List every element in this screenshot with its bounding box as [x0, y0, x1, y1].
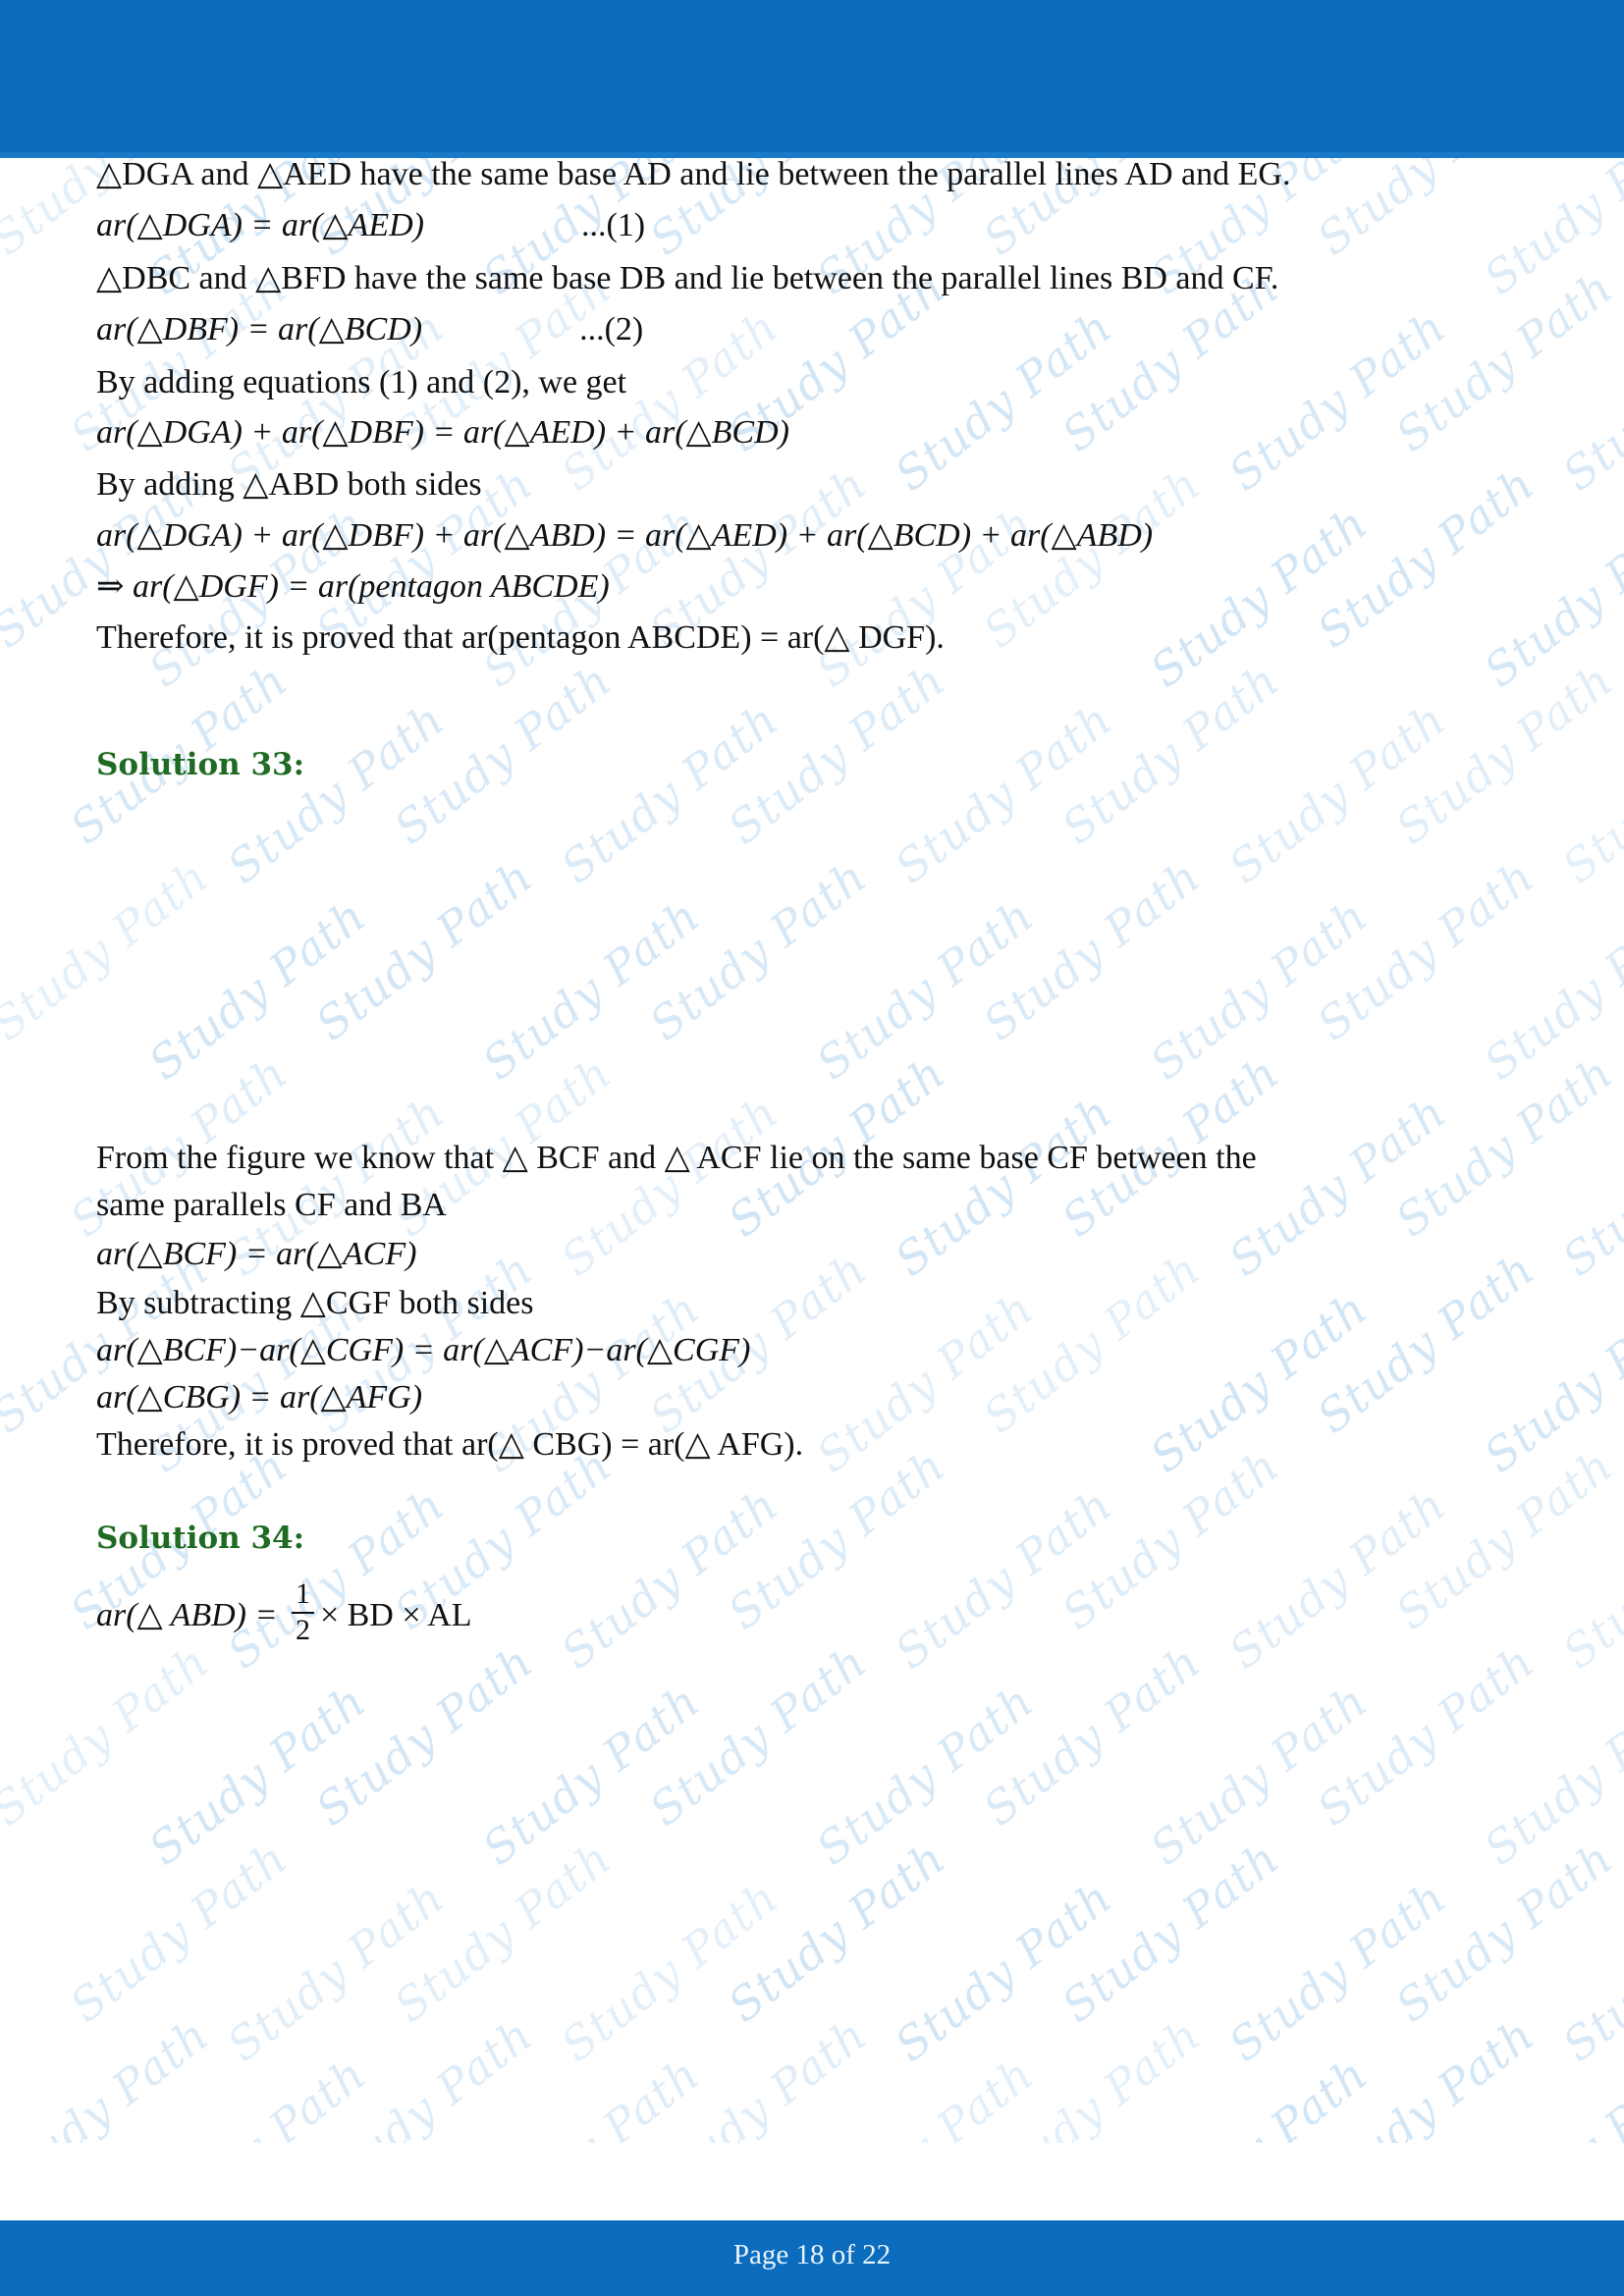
sol33-text-line-4: Therefore, it is proved that ar(△ CBG) =… — [96, 1426, 804, 1463]
watermark-text: Study Path — [0, 1634, 219, 1837]
fraction-numerator: 1 — [295, 1577, 310, 1610]
solution-33-heading: Solution 33: — [96, 747, 305, 782]
watermark-text: Study Path — [806, 2047, 1043, 2143]
watermark-text: Study Path — [1307, 1242, 1544, 1444]
watermark-text: Study Path — [1385, 1831, 1623, 2033]
watermark-text: Study Path — [1307, 2007, 1544, 2143]
equation-2-tag: ...(2) — [579, 311, 644, 347]
watermark-text: Study Path — [1218, 299, 1456, 502]
watermark-text: Study Path — [1385, 1438, 1623, 1640]
watermark-text: Study Path — [138, 2047, 375, 2143]
watermark-text: Study Path — [1218, 1477, 1456, 1680]
watermark-text: Study Path — [1307, 158, 1544, 266]
watermark-text: Study Path — [551, 1870, 788, 2072]
equation-line-1: ar(△DGA) = ar(△AED) ...(1) — [96, 209, 645, 242]
watermark-text: Study Path — [1140, 1674, 1378, 1876]
watermark-text: Study Path — [1474, 2047, 1624, 2143]
watermark-text: Study Path — [973, 456, 1211, 659]
equation-2-expr: ar(△DBF) = ar(△BCD) — [96, 311, 423, 347]
sol34-formula: ar(△ ABD) = 1 2 × BD × AL — [96, 1577, 472, 1646]
text-line-4: By adding △ABD both sides — [96, 466, 482, 503]
watermark-text: Study Path — [1140, 2047, 1377, 2143]
watermark-text: Study Path — [1052, 1438, 1289, 1640]
equation-line-4: ar(△DGA) + ar(△DBF) + ar(△ABD) = ar(△AED… — [96, 517, 1154, 554]
watermark-text: Study Path — [1474, 1674, 1624, 1876]
watermark-text: Study Path — [1552, 1870, 1624, 2072]
watermark-text: Study Path — [1307, 1634, 1544, 1837]
watermark-text: Study Path — [472, 1674, 710, 1876]
text-line-5: Therefore, it is proved that ar(pentagon… — [96, 619, 945, 656]
page-header — [0, 0, 1624, 152]
watermark-text: Study Path — [1307, 456, 1544, 659]
watermark-text: Study Path — [973, 1242, 1211, 1444]
watermark-text: Study Path — [973, 1634, 1211, 1837]
watermark-text: Study Path — [305, 1634, 543, 1837]
watermark-text: Study Path — [639, 1634, 877, 1837]
sol34-formula-suffix: × BD × AL — [319, 1596, 472, 1633]
watermark-text: Study Path — [1474, 496, 1624, 698]
watermark-text: Study Path — [718, 1438, 955, 1640]
equation-line-3: ar(△DGA) + ar(△DBF) = ar(△AED) + ar(△BCD… — [96, 414, 789, 451]
watermark-text: Study Path — [551, 1477, 788, 1680]
watermark-text: Study Path — [0, 2007, 219, 2143]
equation-1-tag: ...(1) — [580, 207, 646, 243]
watermark-text: Study Path — [1140, 496, 1378, 698]
text-line-3: By adding equations (1) and (2), we get — [96, 364, 627, 400]
watermark-text: Study Path — [885, 299, 1122, 502]
watermark-text: Study Path — [1140, 1281, 1378, 1483]
watermark-text: Study Path — [60, 1831, 298, 2033]
watermark-text: Study Path — [1474, 1281, 1624, 1483]
sol33-equation-1: ar(△BCF) = ar(△ACF) — [96, 1236, 417, 1272]
watermark-text: Study Path — [1052, 1831, 1289, 2033]
text-line-2: △DBC and △BFD have the same base DB and … — [96, 260, 1279, 296]
watermark-text: Study Path — [806, 1674, 1044, 1876]
solution-34-heading: Solution 34: — [96, 1521, 305, 1556]
watermark-text: Study Path — [217, 1477, 455, 1680]
watermark-text: Study Path — [1385, 260, 1623, 462]
watermark-text: Study Path — [384, 1831, 622, 2033]
geometry-diagram-svg: BCEGFAD — [0, 805, 1624, 1217]
equation-line-5: ⇒ ar(△DGF) = ar(pentagon ABCDE) — [96, 568, 610, 605]
equation-line-2: ar(△DBF) = ar(△BCD) ...(2) — [96, 313, 643, 347]
watermark-text: Study Path — [806, 1281, 1044, 1483]
watermark-text: Study Path — [1474, 158, 1624, 305]
watermark-text: Study Path — [1552, 299, 1624, 502]
sol33-equation-3: ar(△CBG) = ar(△AFG) — [96, 1379, 423, 1415]
watermark-text: Study Path — [138, 1674, 376, 1876]
equation-1-expr: ar(△DGA) = ar(△AED) — [96, 207, 424, 243]
geometry-figure-solution-33: BCEGFAD — [0, 805, 1624, 1217]
watermark-text: Study Path — [472, 2047, 709, 2143]
watermark-text: Study Path — [718, 1831, 955, 2033]
one-half-fraction: 12 — [291, 1577, 314, 1646]
page-number: Page 18 of 22 — [732, 2239, 892, 2270]
watermark-text: Study Path — [305, 2007, 543, 2143]
fraction-denominator: 2 — [295, 1613, 310, 1646]
watermark-text: Study Path — [973, 2007, 1211, 2143]
sol33-text-line-3: By subtracting △CGF both sides — [96, 1285, 534, 1321]
watermark-text: Study Path — [217, 1870, 455, 2072]
sol33-equation-2: ar(△BCF)−ar(△CGF) = ar(△ACF)−ar(△CGF) — [96, 1332, 751, 1368]
watermark-text: Study Path — [885, 1477, 1122, 1680]
text-line-1: △DGA and △AED have the same base AD and … — [96, 156, 1291, 192]
sol34-formula-prefix: ar(△ ABD) = — [96, 1596, 286, 1633]
watermark-text: Study Path — [1552, 1477, 1624, 1680]
header-underline — [0, 152, 1624, 158]
watermark-text: Study Path — [885, 1870, 1122, 2072]
watermark-text: Study Path — [639, 2007, 877, 2143]
watermark-text: Study Path — [1218, 1870, 1456, 2072]
